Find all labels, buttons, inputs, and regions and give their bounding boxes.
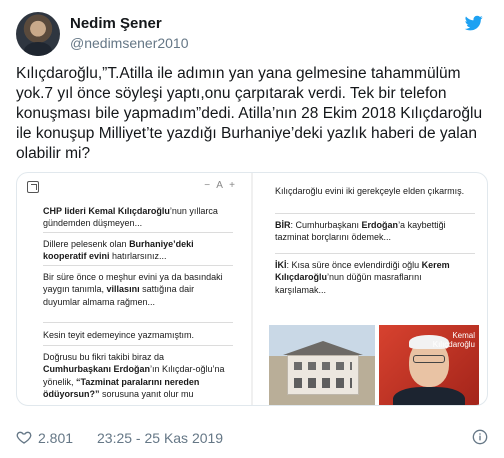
divider xyxy=(43,345,233,346)
font-size-controls: − A + xyxy=(204,180,237,191)
article-paragraph: CHP lideri Kemal Kılıçdaroğlu’nun yıllar… xyxy=(43,206,218,229)
house-image xyxy=(269,325,375,405)
heart-icon[interactable] xyxy=(16,429,32,445)
divider xyxy=(43,265,233,266)
twitter-bird-icon[interactable] xyxy=(464,14,484,32)
tweet-text: Kılıçdaroğlu,”T.Atilla ile adımın yan ya… xyxy=(16,65,483,162)
photo-caption: Kemal Kılıçdaroğlu xyxy=(432,331,475,349)
article-paragraph: Kesin teyit edemeyince yazmamıştım. xyxy=(43,330,195,340)
avatar[interactable] xyxy=(16,12,60,56)
share-icon xyxy=(27,181,39,193)
divider xyxy=(275,253,475,254)
info-icon[interactable] xyxy=(472,429,488,445)
article-paragraph: BİR: Cumhurbaşkanı Erdoğan’a kaybettiği … xyxy=(275,220,446,243)
article-photo: Kemal Kılıçdaroğlu xyxy=(269,325,479,405)
divider xyxy=(275,213,475,214)
user-handle[interactable]: @nedimsener2010 xyxy=(70,35,189,51)
tweet-footer: 2.801 23:25 - 25 Kas 2019 xyxy=(16,428,488,448)
article-panel-left: − A + CHP lideri Kemal Kılıçdaroğlu’nun … xyxy=(17,173,253,405)
like-count[interactable]: 2.801 xyxy=(38,430,73,446)
divider xyxy=(43,322,233,323)
portrait-image: Kemal Kılıçdaroğlu xyxy=(379,325,479,405)
user-name[interactable]: Nedim Şener xyxy=(70,15,162,32)
tweet-header: Nedim Şener @nedimsener2010 xyxy=(16,10,488,58)
article-panel-right: Kılıçdaroğlu evini iki gerekçeyle elden … xyxy=(255,173,487,405)
divider xyxy=(43,232,233,233)
article-toolbar: − A + xyxy=(27,180,237,195)
tweet-media[interactable]: − A + CHP lideri Kemal Kılıçdaroğlu’nun … xyxy=(16,172,488,406)
article-paragraph: Bir süre önce o meşhur evini ya da basın… xyxy=(43,272,223,307)
timestamp[interactable]: 23:25 - 25 Kas 2019 xyxy=(97,430,223,446)
article-paragraph: İKİ: Kısa süre önce evlendirdiği oğlu Ke… xyxy=(275,260,450,295)
article-paragraph: Dillere pelesenk olan Burhaniye’deki koo… xyxy=(43,239,194,262)
article-paragraph: Kılıçdaroğlu evini iki gerekçeyle elden … xyxy=(275,186,465,196)
article-paragraph: Doğrusu bu fikri takibi biraz da Cumhurb… xyxy=(43,352,225,400)
